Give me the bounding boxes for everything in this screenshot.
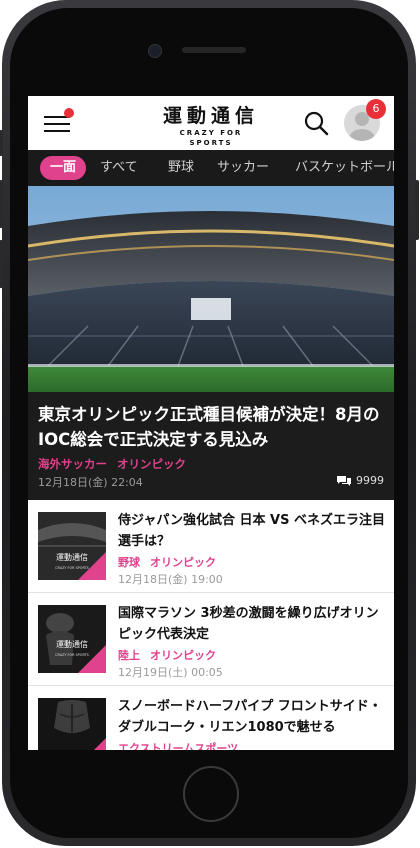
thumbnail-logo: 運動通信 <box>56 639 88 649</box>
featured-image[interactable] <box>28 186 394 392</box>
comment-icon <box>337 476 351 486</box>
featured-article-title: 東京オリンピック正式種目候補が決定！8月のIOC総会で正式決定する見込み <box>38 405 380 449</box>
category-tag[interactable]: オリンピック <box>150 649 216 662</box>
power-button <box>415 180 419 240</box>
category-tabs: 一面 すべて 野球 サッカー バスケットボール <box>28 150 394 186</box>
article-title: スノーボードハーフパイプ フロントサイド・ダブルコーク・リエン1080で魅せる <box>118 699 382 735</box>
list-item[interactable]: 運動通信 CRAZY FOR SPORTS 侍ジャパン強化試合 日本 VS ベネ… <box>28 500 394 593</box>
article-thumbnail <box>38 698 106 750</box>
article-thumbnail: 運動通信 CRAZY FOR SPORTS <box>38 512 106 580</box>
featured-article[interactable]: 東京オリンピック正式種目候補が決定！8月のIOC総会で正式決定する見込み 海外サ… <box>28 392 394 500</box>
article-date: 12月18日(金) 19:00 <box>118 573 223 586</box>
category-tag[interactable]: 野球 <box>118 556 140 569</box>
menu-notification-dot <box>64 108 74 118</box>
comment-count[interactable]: 9999 <box>336 474 384 487</box>
article-date: 12月19日(土) 00:05 <box>118 666 223 679</box>
logo-tagline: CRAZY FOR SPORTS <box>179 129 243 147</box>
tab-basketball[interactable]: バスケットボール <box>295 156 394 180</box>
category-tag[interactable]: エクストリームスポーツ <box>118 742 238 750</box>
tab-baseball[interactable]: 野球 <box>168 156 194 180</box>
comment-count-value: 9999 <box>356 474 384 487</box>
tab-soccer[interactable]: サッカー <box>217 156 269 180</box>
app-header: 運動通信 CRAZY FOR SPORTS 6 <box>28 96 394 150</box>
front-camera <box>148 44 162 58</box>
app-logo[interactable]: 運動通信 CRAZY FOR SPORTS <box>156 104 266 148</box>
home-button[interactable] <box>183 766 239 822</box>
tab-all[interactable]: すべて <box>100 156 138 180</box>
featured-article-date: 12月18日(金) 22:04 <box>38 476 143 489</box>
logo-title: 運動通信 <box>162 105 259 127</box>
notification-badge: 6 <box>366 99 386 119</box>
article-thumbnail: 運動通信 CRAZY FOR SPORTS <box>38 605 106 673</box>
search-icon[interactable] <box>303 110 329 136</box>
app-screen: 運動通信 CRAZY FOR SPORTS 6 一面 すべて 野球 サッカー バ… <box>28 96 394 750</box>
category-tag[interactable]: 陸上 <box>118 649 140 662</box>
volume-down-button <box>0 240 3 288</box>
article-categories: 野球 オリンピック <box>118 554 216 570</box>
article-title: 侍ジャパン強化試合 日本 VS ベネズエラ注目選手は？ <box>118 513 386 549</box>
stadium-illustration <box>28 186 394 392</box>
thumbnail-tagline: CRAZY FOR SPORTS <box>55 566 89 570</box>
menu-icon[interactable] <box>44 108 74 134</box>
mute-switch <box>0 130 3 156</box>
article-title: 国際マラソン 3秒差の激闘を繰り広げオリンピック代表決定 <box>118 606 379 642</box>
tab-front-page[interactable]: 一面 <box>40 156 87 180</box>
featured-article-categories: 海外サッカー オリンピック <box>38 456 186 472</box>
category-tag[interactable]: 海外サッカー <box>38 457 107 471</box>
category-tag[interactable]: オリンピック <box>150 556 216 569</box>
thumbnail-tagline: CRAZY FOR SPORTS <box>55 653 89 657</box>
article-categories: エクストリームスポーツ <box>118 740 238 750</box>
earpiece-speaker <box>182 47 246 53</box>
category-tag[interactable]: オリンピック <box>117 457 186 471</box>
volume-up-button <box>0 180 3 228</box>
list-item[interactable]: 運動通信 CRAZY FOR SPORTS 国際マラソン 3秒差の激闘を繰り広げ… <box>28 593 394 686</box>
article-categories: 陸上 オリンピック <box>118 647 216 663</box>
list-item[interactable]: スノーボードハーフパイプ フロントサイド・ダブルコーク・リエン1080で魅せる … <box>28 686 394 750</box>
thumbnail-logo: 運動通信 <box>56 552 88 562</box>
